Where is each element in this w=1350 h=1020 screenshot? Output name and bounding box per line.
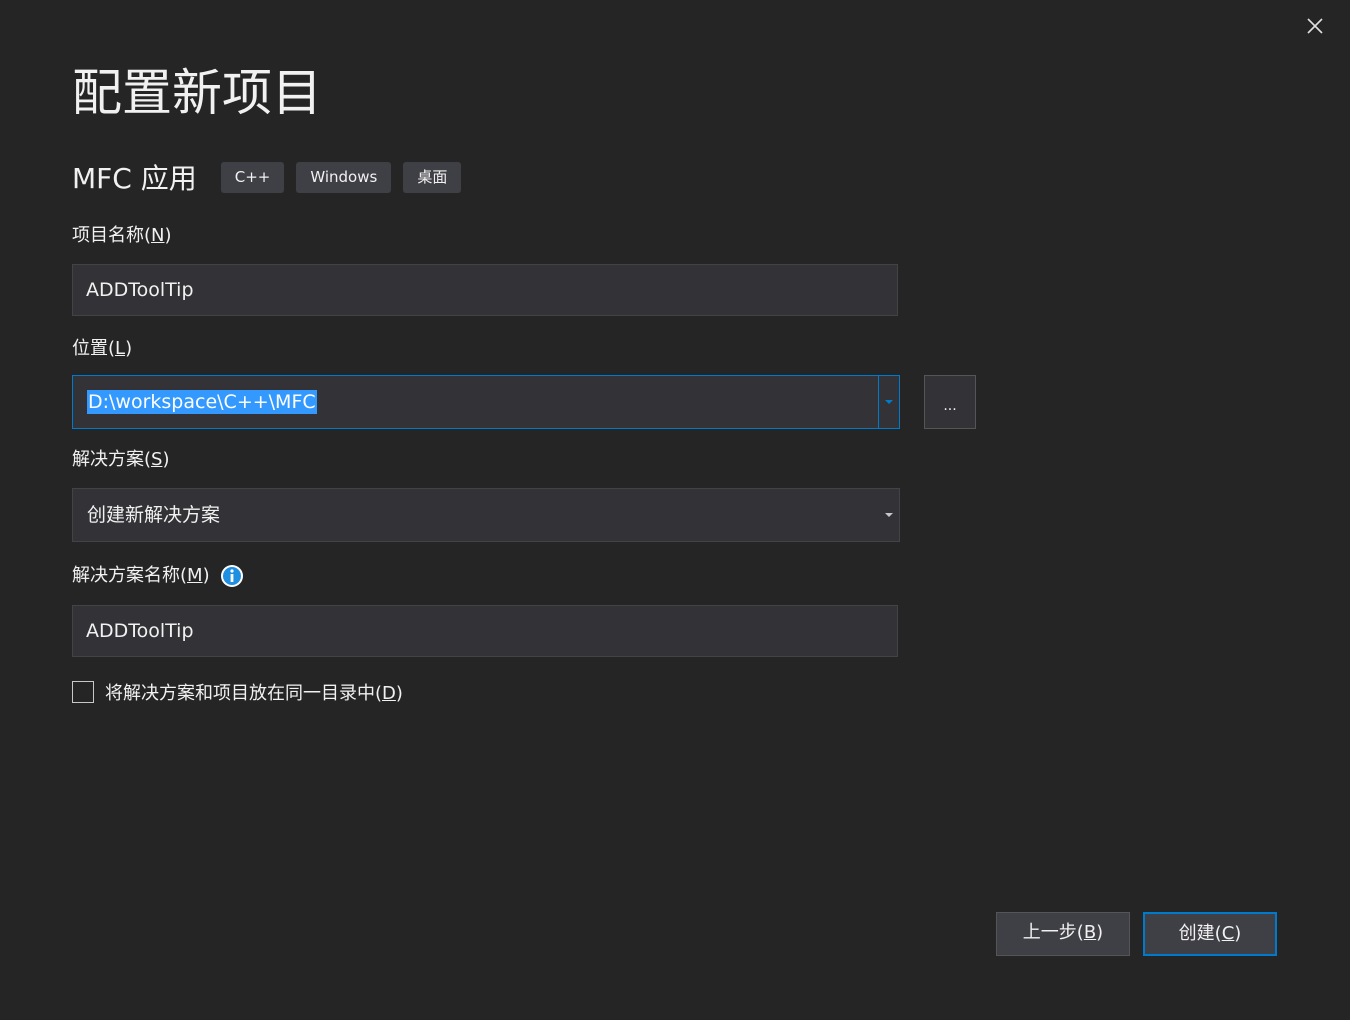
project-name-label: 项目名称(N) <box>72 225 172 246</box>
template-name: MFC 应用 <box>72 162 197 195</box>
chevron-down-icon <box>885 513 893 517</box>
close-icon <box>1307 18 1323 34</box>
browse-label: ... <box>943 398 957 414</box>
same-directory-label: 将解决方案和项目放在同一目录中(D) <box>105 683 403 704</box>
same-directory-checkbox[interactable] <box>72 681 94 703</box>
solution-name-input[interactable]: ADDToolTip <box>72 605 898 657</box>
same-directory-option[interactable]: 将解决方案和项目放在同一目录中(D) <box>72 678 403 706</box>
tag-platform: Windows <box>296 161 392 193</box>
tag-language: C++ <box>220 161 285 193</box>
solution-dropdown[interactable]: 创建新解决方案 <box>72 488 900 542</box>
location-label: 位置(L) <box>72 338 133 359</box>
info-icon[interactable] <box>220 564 244 588</box>
page-title: 配置新项目 <box>72 64 322 122</box>
solution-name-label: 解决方案名称(M) <box>72 564 244 588</box>
tag-project-type: 桌面 <box>403 161 462 193</box>
location-input[interactable]: D:\workspace\C++\MFC <box>87 376 317 428</box>
location-value: D:\workspace\C++\MFC <box>87 390 317 414</box>
location-dropdown-button[interactable] <box>879 376 899 428</box>
back-button[interactable]: 上一步(B) <box>996 912 1130 956</box>
project-name-value: ADDToolTip <box>86 279 194 301</box>
solution-value: 创建新解决方案 <box>87 504 221 526</box>
solution-name-value: ADDToolTip <box>86 620 194 642</box>
close-button[interactable] <box>1298 10 1332 42</box>
create-button[interactable]: 创建(C) <box>1143 912 1277 956</box>
location-combobox[interactable]: D:\workspace\C++\MFC <box>72 375 900 429</box>
solution-dropdown-button[interactable] <box>879 489 899 541</box>
project-name-input[interactable]: ADDToolTip <box>72 264 898 316</box>
browse-button[interactable]: ... <box>924 375 976 429</box>
template-header: MFC 应用 C++ Windows 桌面 <box>72 156 473 198</box>
solution-label: 解决方案(S) <box>72 449 170 470</box>
chevron-down-icon <box>885 400 893 404</box>
